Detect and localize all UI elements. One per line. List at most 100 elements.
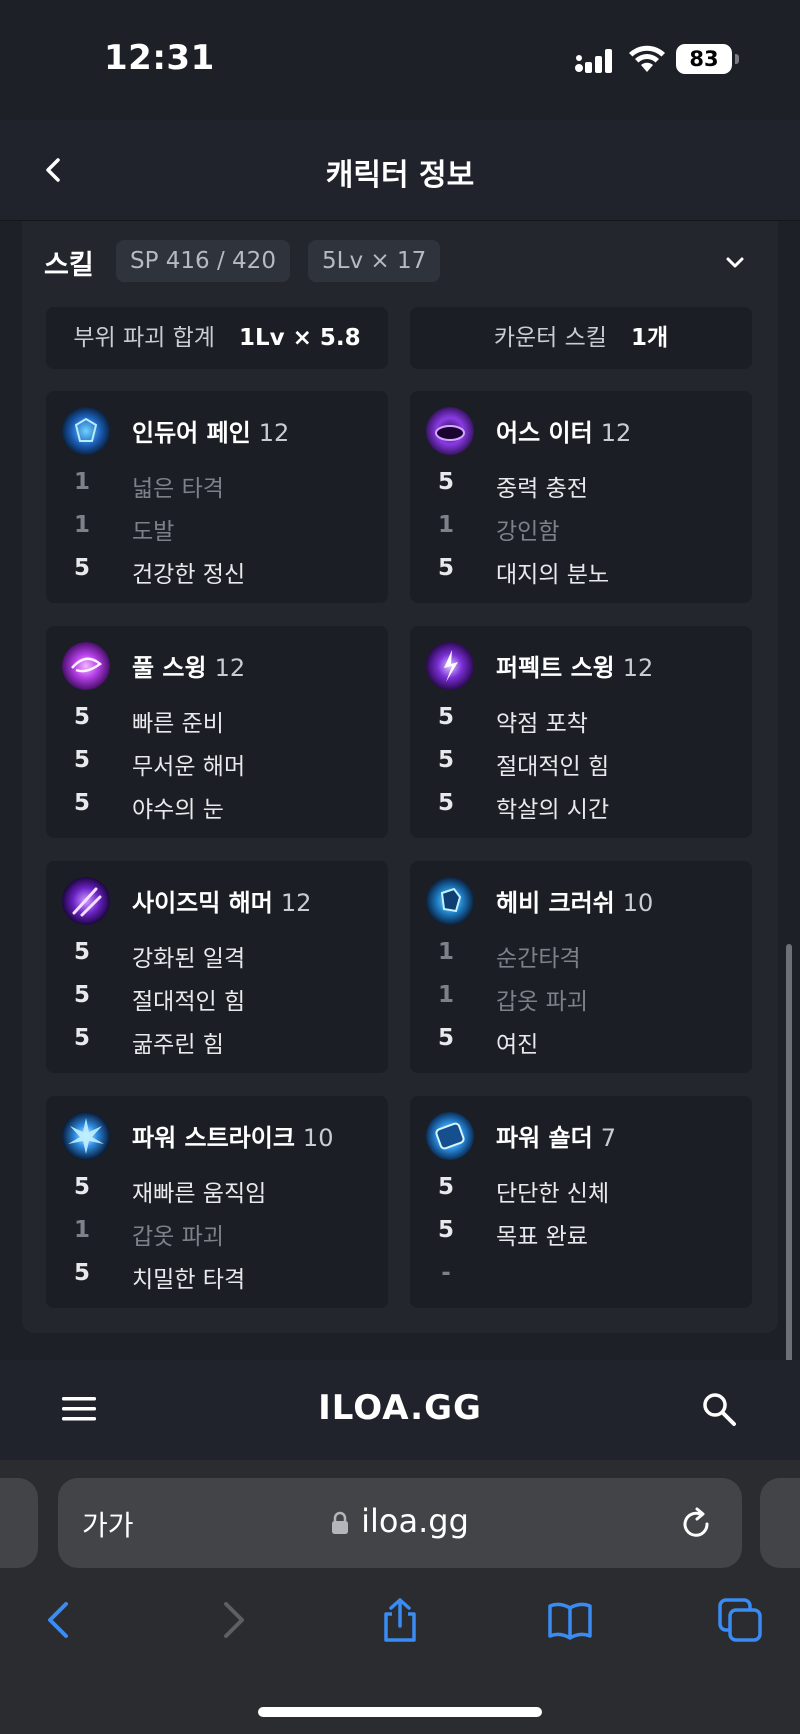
tripod-name: 갑옷 파괴: [132, 1224, 224, 1250]
next-tab-preview[interactable]: [760, 1478, 800, 1568]
tripod-row: 1 강인함: [410, 512, 752, 552]
skill-name: 파워 숄더: [496, 1124, 593, 1152]
skill-name: 인듀어 페인: [132, 419, 251, 447]
skill-level: 10: [622, 889, 654, 917]
skill-level: 12: [600, 419, 632, 447]
skill-card-endure-pain[interactable]: 인듀어 페인 12 1 넓은 타격 1 도발 5 건강한 정신: [46, 391, 388, 603]
cellular-signal-icon: [575, 49, 612, 73]
tripod-level: 1: [438, 512, 455, 538]
tripod-level: 5: [438, 747, 455, 773]
browser-toolbar: 가가 iloa.gg: [0, 1460, 800, 1734]
tripod-row: 1 도발: [46, 512, 388, 552]
purple-vortex-icon: [426, 407, 474, 455]
tripod-level: 5: [438, 1025, 455, 1051]
browser-forward-icon[interactable]: [208, 1596, 256, 1644]
tripod-level: 5: [74, 1025, 91, 1051]
tripod-row: 1 순간타격: [410, 939, 752, 979]
purple-hammer-icon: [62, 877, 110, 925]
browser-back-icon[interactable]: [36, 1596, 84, 1644]
skill-card-full-swing[interactable]: 풀 스윙 12 5 빠른 준비 5 무서운 해머 5 야수의 눈: [46, 626, 388, 838]
tripod-level: 5: [74, 747, 91, 773]
tripod-name: 절대적인 힘: [496, 754, 610, 780]
tripod-name: 재빠른 움직임: [132, 1181, 267, 1207]
counter-skill-value: 1개: [630, 325, 669, 351]
skill-card-heavy-crush[interactable]: 헤비 크러쉬 10 1 순간타격 1 갑옷 파괴 5 여진: [410, 861, 752, 1073]
level-summary-badge: 5Lv × 17: [308, 240, 441, 282]
tripod-level: 5: [74, 982, 91, 1008]
tripod-name: 순간타격: [496, 946, 581, 972]
sp-badge: SP 416 / 420: [116, 240, 290, 282]
skill-name: 사이즈믹 해머: [132, 889, 273, 917]
tabs-icon[interactable]: [716, 1596, 764, 1644]
site-nav-bar: ILOA.GG: [0, 1360, 800, 1460]
tripod-level: 1: [74, 1217, 91, 1243]
skill-name: 퍼펙트 스윙: [496, 654, 615, 682]
skill-level: 7: [600, 1124, 616, 1152]
skill-card-perfect-swing[interactable]: 퍼펙트 스윙 12 5 약점 포착 5 절대적인 힘 5 학살의 시간: [410, 626, 752, 838]
tripod-level: 5: [438, 469, 455, 495]
share-icon[interactable]: [376, 1596, 424, 1644]
skill-card-power-strike[interactable]: 파워 스트라이크 10 5 재빠른 움직임 1 갑옷 파괴 5 치밀한 타격: [46, 1096, 388, 1308]
tripod-name: 도발: [132, 519, 175, 545]
tripod-level: 5: [74, 1174, 91, 1200]
tripod-level: 5: [438, 555, 455, 581]
skill-level: 12: [280, 889, 312, 917]
site-logo[interactable]: ILOA.GG: [0, 1388, 800, 1428]
skill-level: 12: [258, 419, 290, 447]
tripod-row: 5 재빠른 움직임: [46, 1174, 388, 1214]
tripod-level: 1: [74, 512, 91, 538]
previous-tab-preview[interactable]: [0, 1478, 38, 1568]
tripod-name: 학살의 시간: [496, 797, 610, 823]
tripod-row: 5 목표 완료: [410, 1217, 752, 1257]
tripod-level: 5: [438, 1217, 455, 1243]
skills-panel: 스킬 SP 416 / 420 5Lv × 17 부위 파괴 합계 1Lv × 5…: [22, 221, 778, 1333]
skill-card-earth-eater[interactable]: 어스 이터 12 5 중력 충전 1 강인함 5 대지의 분노: [410, 391, 752, 603]
page-title: 캐릭터 정보: [325, 158, 475, 193]
wifi-icon: [629, 45, 665, 72]
tripod-name: 갑옷 파괴: [496, 989, 588, 1015]
tripod-row: 5 굶주린 힘: [46, 1025, 388, 1065]
tripod-row: 5 절대적인 힘: [46, 982, 388, 1022]
purple-lightning-icon: [426, 642, 474, 690]
battery-level: 83: [689, 47, 719, 71]
counter-skill-summary: 카운터 스킬 1개: [410, 307, 752, 369]
search-icon[interactable]: [700, 1390, 738, 1428]
tripod-level: 5: [74, 1260, 91, 1286]
tripod-level: 5: [438, 790, 455, 816]
counter-skill-label: 카운터 스킬: [493, 325, 607, 351]
tripod-name: 절대적인 힘: [132, 989, 246, 1015]
tripod-row: 5 야수의 눈: [46, 790, 388, 830]
tripod-row: 1 넓은 타격: [46, 469, 388, 509]
tripod-level: 5: [438, 704, 455, 730]
skill-level: 12: [622, 654, 654, 682]
part-break-summary: 부위 파괴 합계 1Lv × 5.8: [46, 307, 388, 369]
tripod-name: 굶주린 힘: [132, 1032, 224, 1058]
url-text: iloa.gg: [361, 1502, 469, 1540]
chevron-down-icon[interactable]: [722, 249, 748, 275]
home-indicator[interactable]: [258, 1707, 542, 1717]
bookmarks-icon[interactable]: [546, 1596, 594, 1644]
tripod-level: 5: [74, 790, 91, 816]
reload-icon[interactable]: [678, 1506, 714, 1542]
tripod-row: 5 대지의 분노: [410, 555, 752, 595]
tripod-row: 5 단단한 신체: [410, 1174, 752, 1214]
address-bar[interactable]: 가가 iloa.gg: [58, 1478, 742, 1568]
skill-name: 어스 이터: [496, 419, 593, 447]
tripod-row: 5 학살의 시간: [410, 790, 752, 830]
tripod-row: 5 건강한 정신: [46, 555, 388, 595]
skill-name: 풀 스윙: [132, 654, 207, 682]
tripod-level: 1: [438, 982, 455, 1008]
status-time: 12:31: [104, 38, 215, 78]
skill-card-seismic-hammer[interactable]: 사이즈믹 해머 12 5 강화된 일격 5 절대적인 힘 5 굶주린 힘: [46, 861, 388, 1073]
skill-card-power-shoulder[interactable]: 파워 숄더 7 5 단단한 신체 5 목표 완료 -: [410, 1096, 752, 1308]
tripod-row: 5 빠른 준비: [46, 704, 388, 744]
tripod-level: 5: [438, 1174, 455, 1200]
tripod-name: 목표 완료: [496, 1224, 588, 1250]
tripod-name: 대지의 분노: [496, 562, 610, 588]
battery-icon: 83: [676, 44, 739, 74]
tripod-row: 5 약점 포착: [410, 704, 752, 744]
part-break-label: 부위 파괴 합계: [73, 325, 215, 351]
tripod-name: 강화된 일격: [132, 946, 246, 972]
lock-icon: [332, 1511, 349, 1534]
tripod-name: 단단한 신체: [496, 1181, 610, 1207]
